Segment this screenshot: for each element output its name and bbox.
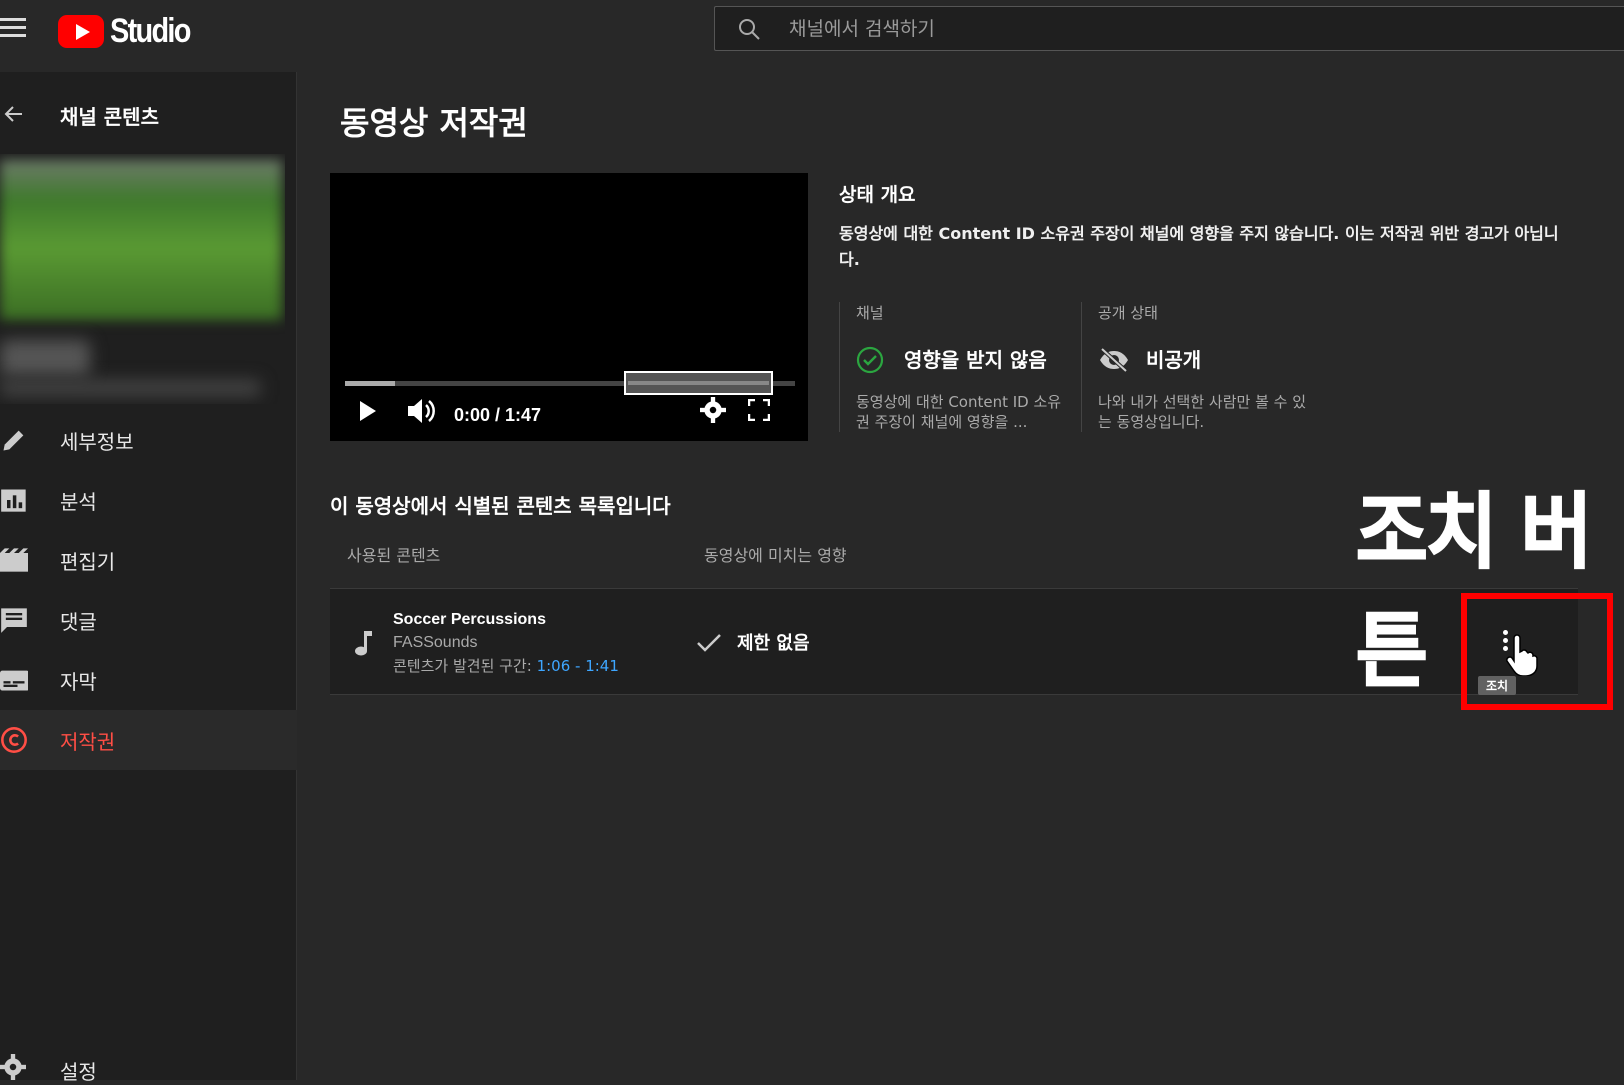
eye-off-icon (1100, 347, 1128, 373)
editor-icon (0, 548, 28, 572)
top-bar: Studio (0, 0, 1624, 72)
effect-value: 제한 없음 (737, 633, 810, 654)
checkmark-icon (697, 634, 721, 652)
blurred-video-subtitle (0, 380, 260, 396)
sidebar-item-details[interactable]: 세부정보 (0, 410, 297, 470)
sidebar-item-analytics[interactable]: 분석 (0, 470, 297, 530)
search-bar[interactable] (714, 6, 1624, 51)
fullscreen-icon[interactable] (748, 399, 770, 421)
column-header-effect: 동영상에 미치는 영향 (704, 546, 847, 565)
sidebar-item-label: 자막 (60, 670, 97, 694)
sidebar-item-copyright[interactable]: 저작권 (0, 710, 297, 770)
channel-status-detail: 동영상에 대한 Content ID 소유권 주장이 채널에 영향을 ... (856, 393, 1062, 431)
sidebar-item-comments[interactable]: 댓글 (0, 590, 297, 650)
search-icon[interactable] (737, 17, 761, 41)
visibility-value: 비공개 (1146, 348, 1202, 372)
status-cards: 채널 영향을 받지 않음 동영상에 대한 Content ID 소유권 주장이 … (839, 302, 1559, 432)
sidebar-item-label: 세부정보 (60, 430, 134, 454)
sidebar-item-settings[interactable]: 설정 (0, 1046, 297, 1084)
gear-icon[interactable] (700, 397, 726, 423)
page-title: 동영상 저작권 (340, 104, 528, 142)
analytics-icon (1, 489, 26, 512)
pencil-icon (3, 430, 24, 451)
visibility-label: 공개 상태 (1098, 304, 1158, 322)
search-input[interactable] (789, 7, 1489, 50)
settings-label: 설정 (60, 1060, 97, 1084)
video-player[interactable]: 0:00 / 1:47 (330, 173, 808, 441)
claimed-segment-marker (624, 371, 773, 395)
sidebar-item-label: 댓글 (60, 610, 97, 634)
blurred-video-title (0, 340, 90, 376)
sidebar-item-label: 저작권 (60, 730, 116, 754)
sidebar-item-label: 편집기 (60, 550, 116, 574)
play-icon[interactable] (358, 399, 378, 423)
back-arrow-icon[interactable] (2, 102, 26, 126)
check-circle-icon (856, 346, 884, 374)
annotation-highlight-box (1461, 593, 1613, 710)
sidebar: 채널 콘텐츠 세부정보 분석 편집기 댓글 자막 저작권 설정 (0, 72, 297, 1084)
studio-logo[interactable]: Studio (58, 12, 204, 51)
sidebar-item-subtitles[interactable]: 자막 (0, 650, 297, 710)
visibility-status-card: 공개 상태 비공개 나와 내가 선택한 사람만 볼 수 있는 동영상입니다. (1081, 302, 1341, 432)
sidebar-item-label: 분석 (60, 490, 97, 514)
found-range-link[interactable]: 1:06 - 1:41 (537, 657, 619, 675)
status-overview: 상태 개요 동영상에 대한 Content ID 소유권 주장이 채널에 영향을… (839, 180, 1559, 273)
back-to-channel-content[interactable]: 채널 콘텐츠 (0, 94, 297, 134)
youtube-logo-icon (58, 15, 104, 48)
progress-played (345, 381, 395, 386)
back-label: 채널 콘텐츠 (60, 105, 159, 129)
music-note-icon (355, 631, 372, 656)
content-name: Soccer Percussions (393, 611, 546, 628)
visibility-detail: 나와 내가 선택한 사람만 볼 수 있는 동영상입니다. (1098, 393, 1307, 431)
logo-text: Studio (110, 12, 191, 50)
sidebar-item-editor[interactable]: 편집기 (0, 530, 297, 590)
status-heading: 상태 개요 (839, 184, 916, 206)
content-artist: FASSounds (393, 634, 478, 651)
comments-icon (1, 608, 27, 633)
channel-label: 채널 (856, 304, 884, 322)
found-prefix: 콘텐츠가 발견된 구간: (393, 657, 537, 675)
status-description: 동영상에 대한 Content ID 소유권 주장이 채널에 영향을 주지 않습… (839, 224, 1559, 269)
channel-status-value: 영향을 받지 않음 (904, 348, 1047, 372)
gear-icon (0, 1054, 26, 1080)
menu-icon[interactable] (0, 18, 26, 40)
copyright-icon (1, 727, 27, 753)
volume-icon[interactable] (406, 397, 436, 425)
progress-bar[interactable] (345, 371, 795, 395)
thumbnail-image (0, 160, 282, 320)
video-thumbnail[interactable] (0, 154, 285, 404)
time-display: 0:00 / 1:47 (454, 405, 542, 425)
channel-status-card: 채널 영향을 받지 않음 동영상에 대한 Content ID 소유권 주장이 … (839, 302, 1077, 432)
content-list-title: 이 동영상에서 식별된 콘텐츠 목록입니다 (330, 494, 671, 518)
subtitles-icon (0, 670, 28, 691)
found-range-text: 콘텐츠가 발견된 구간: 1:06 - 1:41 (393, 655, 619, 676)
column-header-content: 사용된 콘텐츠 (347, 546, 441, 565)
